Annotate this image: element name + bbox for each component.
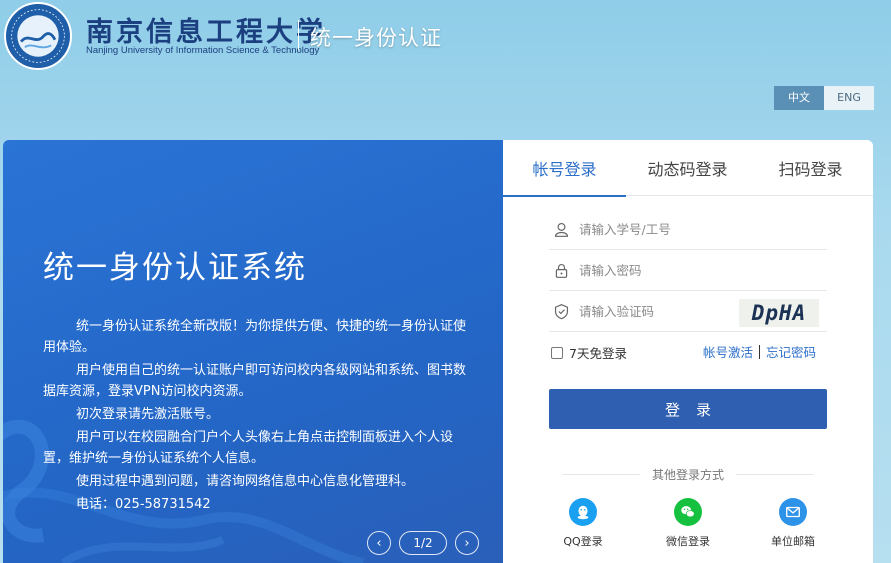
divider-line: [736, 473, 814, 475]
chevron-right-icon[interactable]: ›: [455, 531, 479, 555]
banner-paragraph: 统一身份认证系统全新改版！为你提供方便、快捷的统一身份认证使用体验。: [43, 319, 467, 355]
tab-qr-login[interactable]: 扫码登录: [749, 140, 872, 196]
banner-paragraph: 用户使用自己的统一认证账户即可访问校内各级网站和系统、图书数据库资源，登录VPN…: [43, 363, 467, 399]
system-title: 统一身份认证: [310, 26, 442, 50]
tab-account-login[interactable]: 帐号登录: [503, 140, 626, 197]
mail-login-button[interactable]: 单位邮箱: [758, 498, 828, 549]
username-field: [549, 210, 827, 250]
wechat-login-label: 微信登录: [666, 535, 710, 548]
school-name-en: Nanjing University of Information Scienc…: [86, 45, 320, 56]
other-login-label: 其他登录方式: [652, 467, 725, 482]
banner-title: 统一身份认证系统: [43, 250, 307, 286]
captcha-image[interactable]: DpHA: [739, 299, 819, 327]
login-button[interactable]: 登录: [549, 389, 827, 429]
link-divider: [759, 344, 761, 359]
wechat-login-button[interactable]: 微信登录: [653, 498, 723, 549]
banner-phone: 电话：025-58731542: [76, 497, 211, 512]
chevron-left-icon[interactable]: ‹: [367, 531, 391, 555]
qq-icon: [569, 498, 597, 526]
tab-dynamic-code-login[interactable]: 动态码登录: [626, 140, 749, 196]
banner-paragraph: 初次登录请先激活账号。: [76, 407, 220, 422]
language-switch: 中文 ENG: [774, 86, 874, 110]
page-header: 南京信息工程大学 Nanjing University of Informati…: [0, 0, 891, 80]
info-banner: 统一身份认证系统 统一身份认证系统全新改版！为你提供方便、快捷的统一身份认证使用…: [3, 140, 503, 563]
lang-zh-button[interactable]: 中文: [774, 86, 824, 110]
user-icon: [549, 220, 579, 240]
mail-login-label: 单位邮箱: [771, 535, 815, 548]
divider-line: [563, 473, 640, 475]
password-field: [549, 251, 827, 291]
other-login-divider: 其他登录方式: [563, 466, 814, 482]
university-logo: [4, 2, 72, 70]
captcha-input[interactable]: [579, 304, 729, 319]
captcha-field: DpHA: [549, 292, 827, 332]
school-name: 南京信息工程大学: [86, 17, 326, 48]
qq-login-label: QQ登录: [563, 535, 603, 548]
forgot-password-link[interactable]: 忘记密码: [766, 342, 816, 361]
remember-label: 7天免登录: [569, 346, 627, 361]
remember-checkbox[interactable]: [551, 346, 563, 359]
mail-icon: [779, 498, 807, 526]
banner-paragraph: 用户可以在校园融合门户个人头像右上角点击控制面板进入个人设置，维护统一身份认证系…: [43, 430, 454, 466]
login-tabs: 帐号登录 动态码登录 扫码登录: [503, 140, 873, 197]
wechat-icon: [674, 498, 702, 526]
username-input[interactable]: [579, 222, 729, 237]
pager-count: 1/2: [399, 531, 447, 555]
lang-en-button[interactable]: ENG: [824, 86, 874, 110]
remember-me[interactable]: 7天免登录: [551, 343, 627, 362]
banner-paragraph: 使用过程中遇到问题，请咨询网络信息中心信息化管理科。: [76, 474, 415, 489]
lock-icon: [549, 261, 579, 281]
banner-body: 统一身份认证系统全新改版！为你提供方便、快捷的统一身份认证使用体验。 用户使用自…: [43, 316, 471, 517]
header-divider: [298, 20, 299, 50]
activate-account-link[interactable]: 帐号激活: [703, 342, 753, 361]
banner-pager: ‹ 1/2 ›: [367, 531, 479, 555]
account-links: 帐号激活 忘记密码: [703, 342, 816, 361]
login-panel: 帐号登录 动态码登录 扫码登录 DpHA 7天免登录 帐号激活 忘记密码 登录 …: [503, 140, 873, 563]
password-input[interactable]: [579, 263, 729, 278]
shield-icon: [549, 302, 579, 322]
qq-login-button[interactable]: QQ登录: [548, 498, 618, 549]
